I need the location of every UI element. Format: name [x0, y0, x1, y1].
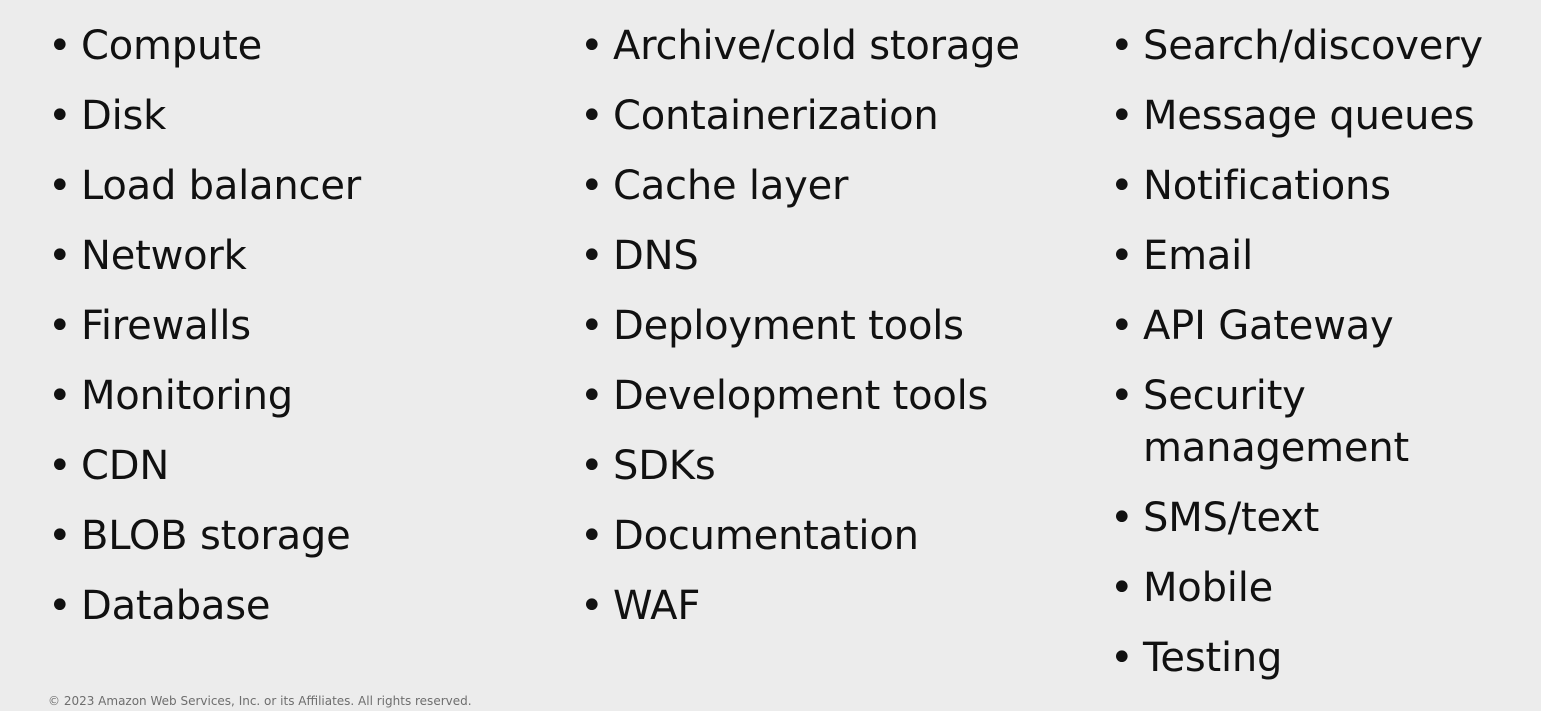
list-item: SDKs — [580, 440, 1080, 492]
list-item-label: Database — [81, 583, 271, 629]
list-item-label: API Gateway — [1143, 303, 1394, 349]
list-item-label: Disk — [81, 93, 167, 139]
list-item-label: Network — [81, 233, 247, 279]
list-item-label: Development tools — [613, 373, 989, 419]
list-item-label: Compute — [81, 23, 263, 69]
list-item: Search/discovery — [1110, 20, 1535, 72]
bullet-column-2: Archive/cold storage Containerization Ca… — [580, 20, 1080, 650]
list-item: Message queues — [1110, 90, 1535, 142]
list-item: Deployment tools — [580, 300, 1080, 352]
list-item: Database — [48, 580, 528, 632]
list-item-label: WAF — [613, 583, 701, 629]
list-item: WAF — [580, 580, 1080, 632]
list-item-label: SDKs — [613, 443, 716, 489]
list-item: Documentation — [580, 510, 1080, 562]
bullet-column-1: Compute Disk Load balancer Network Firew… — [48, 20, 528, 650]
list-item: Archive/cold storage — [580, 20, 1080, 72]
list-item-label: DNS — [613, 233, 699, 279]
list-item-label: BLOB storage — [81, 513, 351, 559]
list-item-label: Archive/cold storage — [613, 23, 1020, 69]
list-item-label: Notifications — [1143, 163, 1391, 209]
list-item: Load balancer — [48, 160, 528, 212]
list-item: Containerization — [580, 90, 1080, 142]
list-item-label: Message queues — [1143, 93, 1475, 139]
list-item-label: Cache layer — [613, 163, 849, 209]
list-item: Mobile — [1110, 562, 1535, 614]
list-item: Network — [48, 230, 528, 282]
list-item: Disk — [48, 90, 528, 142]
list-item-label: Security management — [1143, 373, 1409, 471]
list-item: Notifications — [1110, 160, 1535, 212]
list-item-label: Search/discovery — [1143, 23, 1483, 69]
list-item-label: Documentation — [613, 513, 919, 559]
bullet-column-3: Search/discovery Message queues Notifica… — [1110, 20, 1535, 702]
list-item: Email — [1110, 230, 1535, 282]
list-item: API Gateway — [1110, 300, 1535, 352]
list-item: BLOB storage — [48, 510, 528, 562]
list-item-label: Load balancer — [81, 163, 361, 209]
list-item: Firewalls — [48, 300, 528, 352]
list-item-label: Deployment tools — [613, 303, 964, 349]
list-item-label: Containerization — [613, 93, 939, 139]
list-item: Cache layer — [580, 160, 1080, 212]
list-item: Monitoring — [48, 370, 528, 422]
list-item: Compute — [48, 20, 528, 72]
list-item: Testing — [1110, 632, 1535, 684]
list-item-label: CDN — [81, 443, 170, 489]
list-item-label: SMS/text — [1143, 495, 1320, 541]
list-item: CDN — [48, 440, 528, 492]
list-item: Security management — [1110, 370, 1535, 474]
list-item-label: Testing — [1143, 635, 1283, 681]
list-item-label: Email — [1143, 233, 1253, 279]
list-item-label: Firewalls — [81, 303, 251, 349]
list-item: Development tools — [580, 370, 1080, 422]
list-item: DNS — [580, 230, 1080, 282]
list-item-label: Mobile — [1143, 565, 1274, 611]
copyright-footer: © 2023 Amazon Web Services, Inc. or its … — [48, 694, 472, 708]
slide: Compute Disk Load balancer Network Firew… — [0, 0, 1541, 711]
list-item: SMS/text — [1110, 492, 1535, 544]
list-item-label: Monitoring — [81, 373, 293, 419]
